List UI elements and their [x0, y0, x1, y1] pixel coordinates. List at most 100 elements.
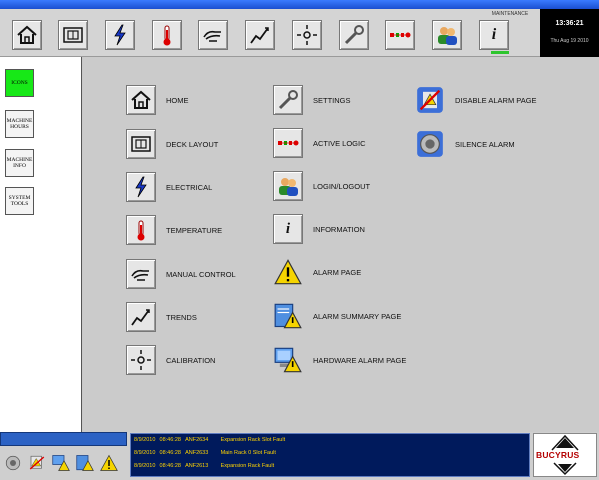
legend-label: TEMPERATURE — [166, 225, 223, 235]
login-logout-button[interactable] — [432, 20, 462, 50]
legend-label: DISABLE ALARM PAGE — [455, 95, 537, 105]
legend-label: TRENDS — [166, 312, 197, 322]
alarm-list[interactable]: 8/9/2010 08:46:28 ANF2634 Expansion Rack… — [130, 433, 530, 477]
home-icon — [131, 90, 151, 109]
legend-label: MANUAL CONTROL — [166, 269, 236, 279]
alarm-summary-icon — [76, 455, 94, 471]
legend-item-alarm-page: ALARM PAGE — [273, 257, 361, 287]
legend-item-disable-alarm: DISABLE ALARM PAGE — [415, 85, 537, 115]
deck-layout-icon — [131, 136, 151, 152]
legend-label: ACTIVE LOGIC — [313, 138, 366, 148]
legend-label: ALARM PAGE — [313, 267, 362, 277]
legend-label: HARDWARE ALARM PAGE — [313, 355, 407, 365]
deck-layout-button[interactable] — [58, 20, 88, 50]
legend-item-silence-alarm: SILENCE ALARM — [415, 129, 515, 159]
alarm-date: 8/9/2010 — [134, 450, 156, 456]
bucyrus-logo: BUCYRUS — [533, 433, 597, 477]
legend-item-deck-layout: DECK LAYOUT — [126, 129, 218, 159]
information-icon: i — [285, 220, 291, 237]
bottom-bar: 8/9/2010 08:46:28 ANF2634 Expansion Rack… — [0, 432, 599, 480]
active-logic-icon — [278, 140, 299, 146]
legend-item-alarm-summary: ALARM SUMMARY PAGE — [273, 301, 401, 331]
legend-label: LOGIN/LOGOUT — [313, 181, 371, 191]
legend-label: SILENCE ALARM — [455, 139, 515, 149]
sidebar-item-machine-info[interactable]: MACHINE INFO — [5, 149, 34, 177]
alarm-shortcuts — [3, 450, 128, 476]
hardware-alarm-button[interactable] — [51, 453, 71, 473]
sidebar-item-icons[interactable]: ICONS — [5, 69, 34, 97]
legend-item-temperature: TEMPERATURE — [126, 215, 222, 245]
legend-item-home: HOME — [126, 85, 189, 115]
alarm-code: ANF2633 — [185, 450, 209, 456]
sidebar-item-machine-hours[interactable]: MACHINE HOURS — [5, 110, 34, 138]
alarm-page-button[interactable] — [99, 453, 119, 473]
alarm-time: 08:46:28 — [159, 463, 181, 469]
alarm-page-icon — [100, 454, 118, 471]
calibration-button[interactable] — [292, 20, 322, 50]
alarm-date: 8/9/2010 — [134, 463, 156, 469]
title-bar — [0, 0, 599, 9]
alarm-time: 08:46:28 — [159, 450, 181, 456]
sidebar-item-system-tools[interactable]: SYSTEM TOOLS — [5, 187, 34, 215]
silence-alarm-icon — [5, 455, 21, 471]
disable-alarm-icon — [417, 87, 443, 113]
electrical-button[interactable] — [105, 20, 135, 50]
alarm-row[interactable]: 8/9/2010 08:46:28 ANF2634 Expansion Rack… — [134, 437, 285, 443]
alarm-row[interactable]: 8/9/2010 08:46:28 ANF2633 Main Rack 0 Sl… — [134, 450, 276, 456]
legend-label: DECK LAYOUT — [166, 139, 219, 149]
legend-item-trends: TRENDS — [126, 302, 197, 332]
hardware-alarm-icon — [274, 347, 302, 373]
trends-icon — [250, 27, 269, 44]
legend-item-information: i INFORMATION — [273, 214, 365, 244]
bottom-left-strip — [0, 432, 127, 446]
settings-icon — [278, 90, 298, 110]
alarm-row[interactable]: 8/9/2010 08:46:28 ANF2613 Expansion Rack… — [134, 463, 274, 469]
legend-item-manual-control: MANUAL CONTROL — [126, 259, 236, 289]
legend-item-electrical: ELECTRICAL — [126, 172, 212, 202]
information-button[interactable]: i — [479, 20, 509, 50]
login-logout-icon — [438, 27, 457, 45]
legend-item-login-logout: LOGIN/LOGOUT — [273, 171, 370, 201]
alarm-page-icon — [274, 259, 302, 285]
clock-time: 13:36:21 — [555, 20, 584, 27]
active-logic-button[interactable] — [385, 20, 415, 50]
legend-label: ALARM SUMMARY PAGE — [313, 311, 402, 321]
settings-icon — [344, 25, 364, 45]
alarm-message: Expansion Rack Slot Fault — [220, 437, 286, 443]
alarm-code: ANF2613 — [185, 463, 209, 469]
legend-label: SETTINGS — [313, 95, 351, 105]
trends-button[interactable] — [245, 20, 275, 50]
alarm-summary-button[interactable] — [75, 453, 95, 473]
top-toolbar: i MAINTENANCE — [0, 9, 540, 57]
temperature-icon — [137, 220, 145, 241]
calibration-icon — [131, 350, 151, 370]
legend-label: INFORMATION — [313, 224, 365, 234]
settings-button[interactable] — [339, 20, 369, 50]
maintenance-label: MAINTENANCE — [491, 11, 529, 17]
alarm-summary-icon — [274, 303, 302, 329]
information-icon: i — [491, 26, 497, 43]
home-button[interactable] — [12, 20, 42, 50]
icon-legend-panel: HOME DECK LAYOUT ELECTRICAL TEMPERATURE … — [83, 57, 599, 432]
hardware-alarm-icon — [52, 455, 70, 471]
alarm-time: 08:46:28 — [159, 437, 181, 443]
alarm-date: 8/9/2010 — [134, 437, 156, 443]
active-logic-icon — [390, 32, 411, 38]
disable-alarm-button[interactable] — [27, 453, 47, 473]
legend-item-active-logic: ACTIVE LOGIC — [273, 128, 366, 158]
temperature-button[interactable] — [152, 20, 182, 50]
alarm-message: Main Rack 0 Slot Fault — [220, 450, 276, 456]
temperature-icon — [163, 25, 171, 46]
manual-control-button[interactable] — [198, 20, 228, 50]
active-tab-indicator — [491, 51, 509, 54]
electrical-icon — [114, 24, 126, 46]
clock-panel: 13:36:21 Thu Aug 19 2010 — [540, 9, 599, 57]
left-sidebar: ICONS MACHINE HOURS MACHINE INFO SYSTEM … — [0, 57, 82, 432]
legend-label: HOME — [166, 95, 189, 105]
legend-item-hardware-alarm: HARDWARE ALARM PAGE — [273, 345, 406, 375]
logo-text: BUCYRUS — [536, 450, 580, 460]
deck-layout-icon — [63, 27, 83, 43]
silence-alarm-icon — [417, 131, 443, 157]
calibration-icon — [297, 25, 317, 45]
silence-alarm-button[interactable] — [3, 453, 23, 473]
